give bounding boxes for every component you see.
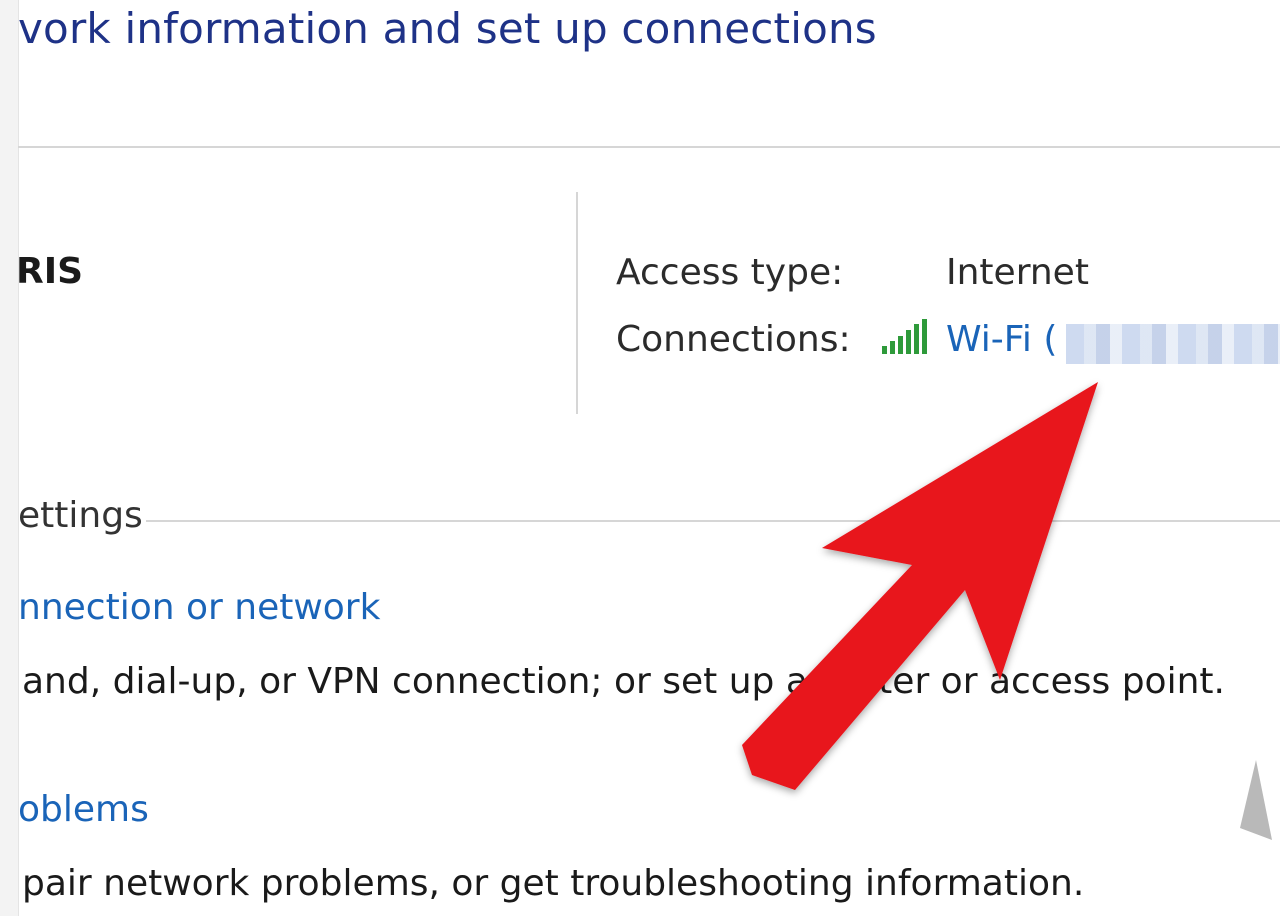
- settings-heading: ettings: [18, 495, 143, 536]
- wifi-connection-link[interactable]: Wi-Fi (: [946, 318, 1057, 362]
- setup-connection-description: and, dial-up, or VPN connection; or set …: [22, 661, 1225, 702]
- settings-divider: [146, 520, 1280, 522]
- page-title: vork information and set up connections: [18, 4, 877, 53]
- setup-connection-link[interactable]: nnection or network: [18, 586, 380, 630]
- title-divider: [18, 146, 1280, 148]
- wifi-signal-bars-icon: [882, 319, 927, 354]
- wifi-name-redacted: [1066, 324, 1280, 364]
- network-and-sharing-center: vork information and set up connections …: [0, 0, 1280, 916]
- troubleshoot-problems-link[interactable]: oblems: [18, 788, 149, 832]
- connections-label: Connections:: [616, 319, 851, 360]
- window-left-edge: [0, 0, 19, 916]
- troubleshoot-problems-description: pair network problems, or get troublesho…: [22, 863, 1085, 904]
- red-arrow-annotation: [742, 382, 1272, 840]
- access-type-label: Access type:: [616, 252, 844, 293]
- network-name: RIS: [16, 251, 84, 292]
- details-separator: [576, 192, 578, 414]
- access-type-value: Internet: [946, 252, 1089, 293]
